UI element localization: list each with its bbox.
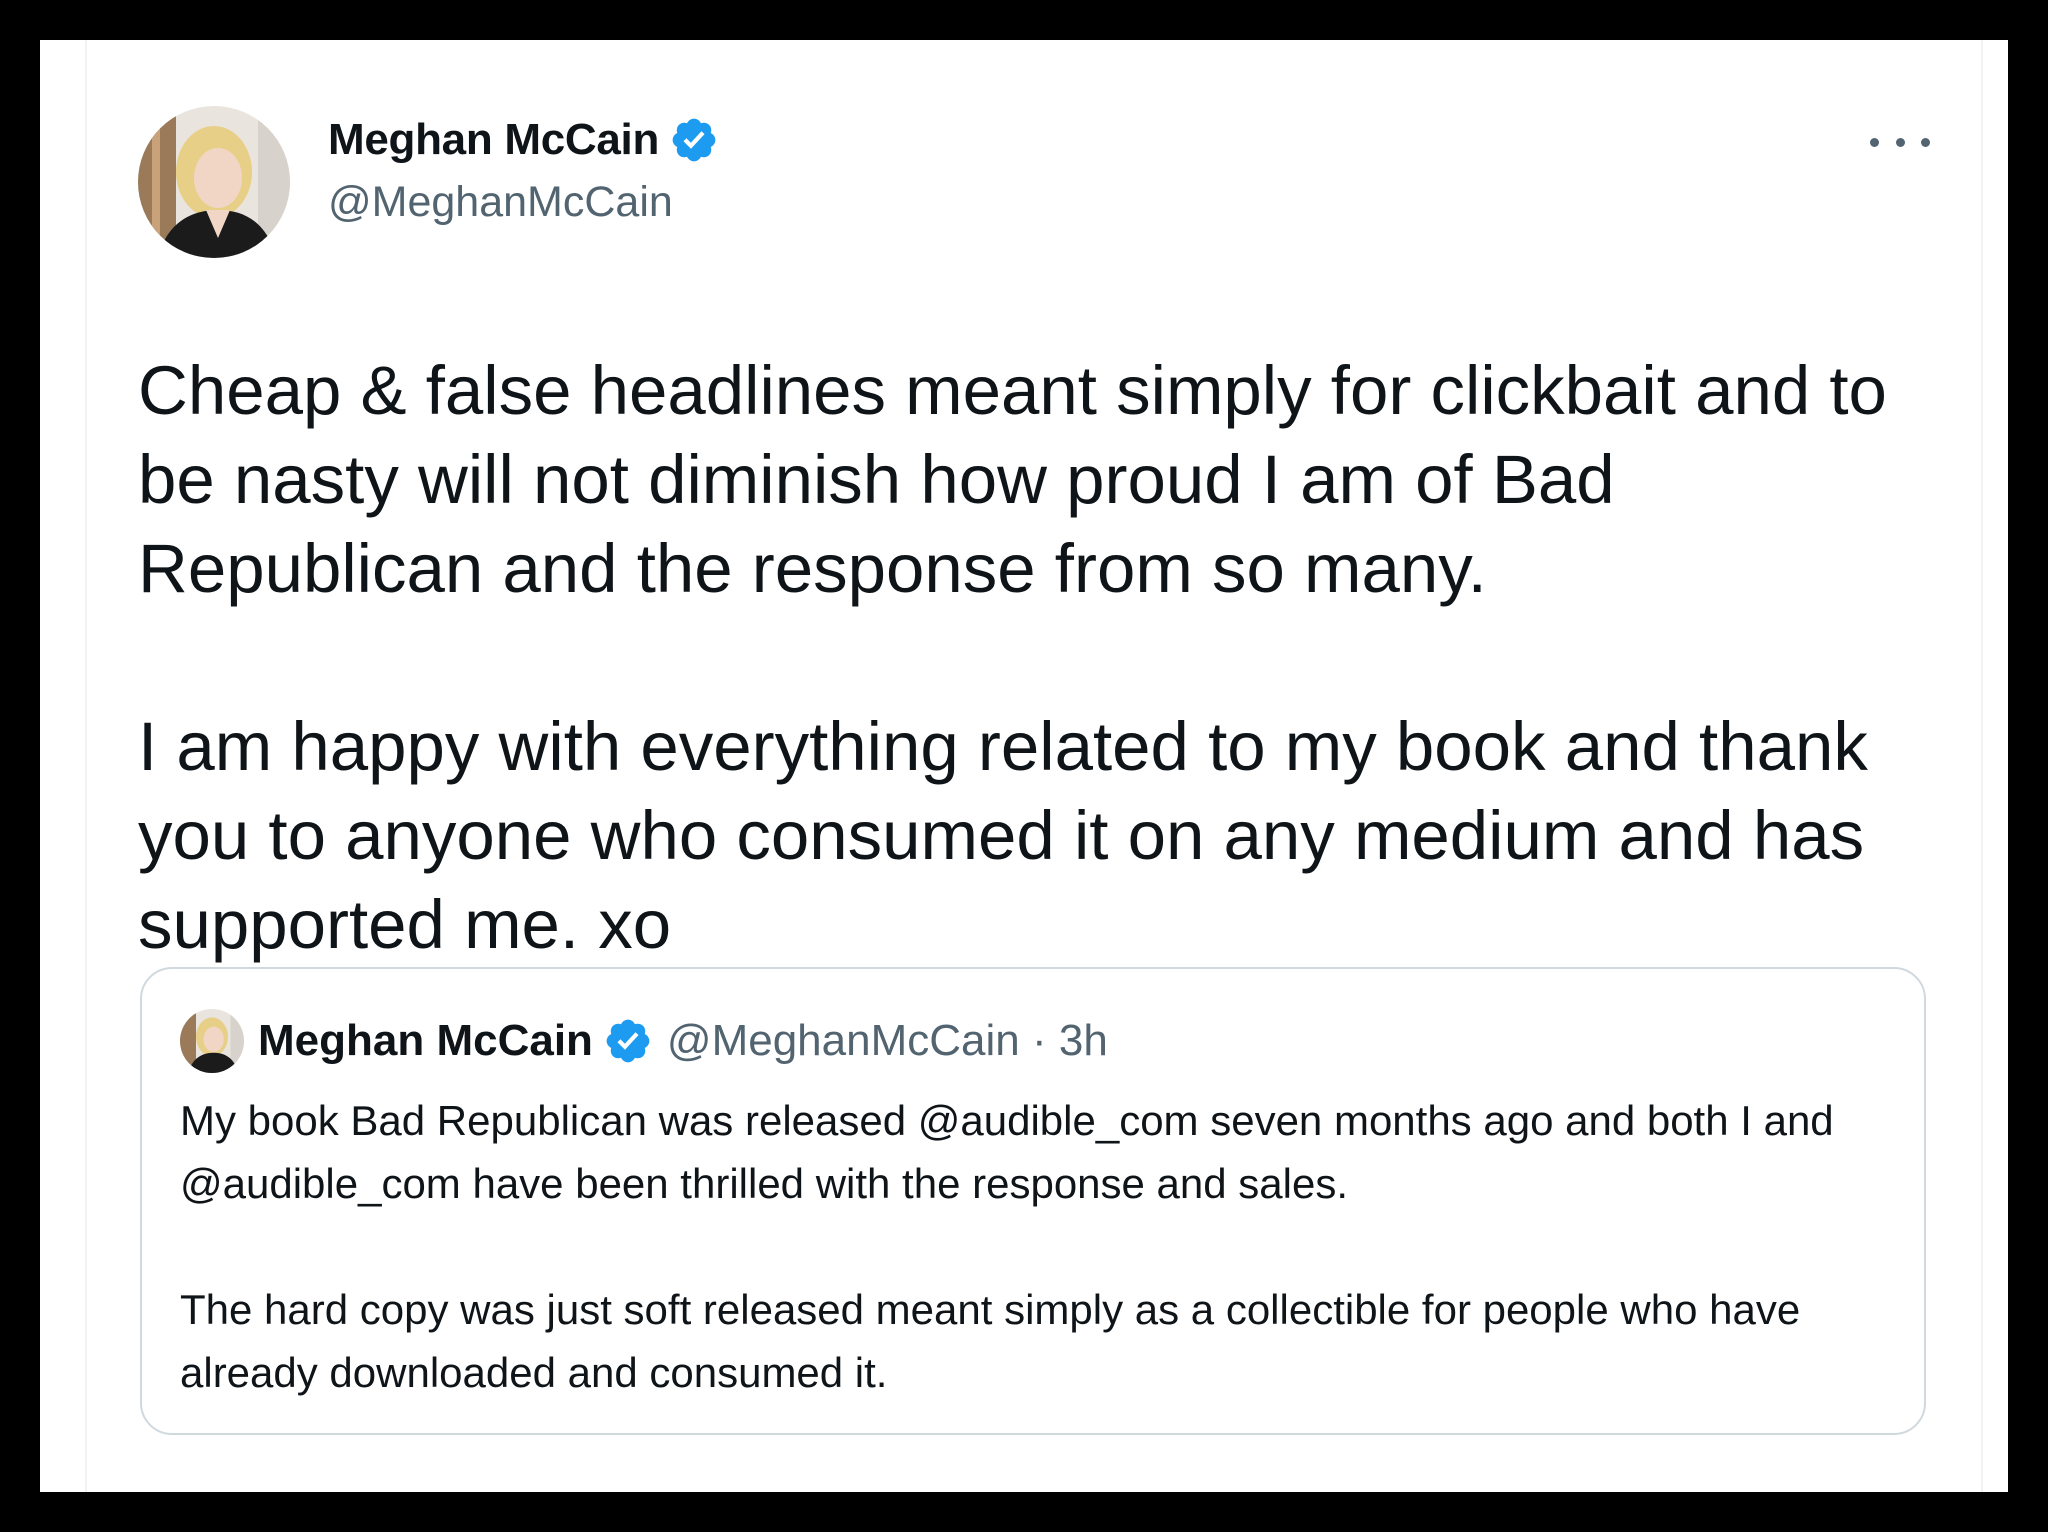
quoted-paragraph: My book Bad Republican was released @aud… (180, 1097, 1834, 1207)
quoted-author-display-name[interactable]: Meghan McCain (258, 1016, 593, 1066)
tweet-paragraph: Cheap & false headlines meant simply for… (138, 352, 1887, 607)
tweet-card: Meghan McCain @MeghanMcCain Cheap & fals… (40, 40, 2008, 1492)
avatar-photo (138, 106, 290, 258)
quoted-meta-separator: · (1031, 1016, 1047, 1065)
more-options-icon[interactable] (1870, 122, 1930, 162)
verified-badge-icon (672, 118, 716, 162)
tweet-text: Cheap & false headlines meant simply for… (138, 346, 1978, 969)
tweet-paragraph: I am happy with everything related to my… (138, 708, 1868, 963)
more-dot (1895, 137, 1905, 147)
timeline-divider-left (85, 40, 87, 1492)
quoted-verified-badge-icon (606, 1019, 650, 1063)
quoted-timestamp[interactable]: 3h (1059, 1016, 1108, 1066)
quoted-author-handle[interactable]: @MeghanMcCain (667, 1016, 1020, 1066)
author-handle[interactable]: @MeghanMcCain (328, 178, 673, 227)
quoted-tweet-text: My book Bad Republican was released @aud… (180, 1089, 1900, 1404)
quoted-tweet-header: Meghan McCain @MeghanMcCain · 3h (180, 1009, 1108, 1073)
author-name-row: Meghan McCain (328, 114, 719, 166)
more-dot (1870, 137, 1879, 147)
quoted-author-avatar[interactable] (180, 1009, 244, 1073)
quoted-paragraph: The hard copy was just soft released mea… (180, 1286, 1801, 1396)
quoted-avatar-photo (180, 1009, 244, 1073)
more-dot (1921, 137, 1930, 147)
author-avatar[interactable] (138, 106, 290, 258)
timeline-divider-right (1981, 40, 1983, 1492)
quoted-tweet[interactable]: Meghan McCain @MeghanMcCain · 3h My book… (140, 967, 1926, 1435)
author-display-name[interactable]: Meghan McCain (328, 115, 659, 165)
